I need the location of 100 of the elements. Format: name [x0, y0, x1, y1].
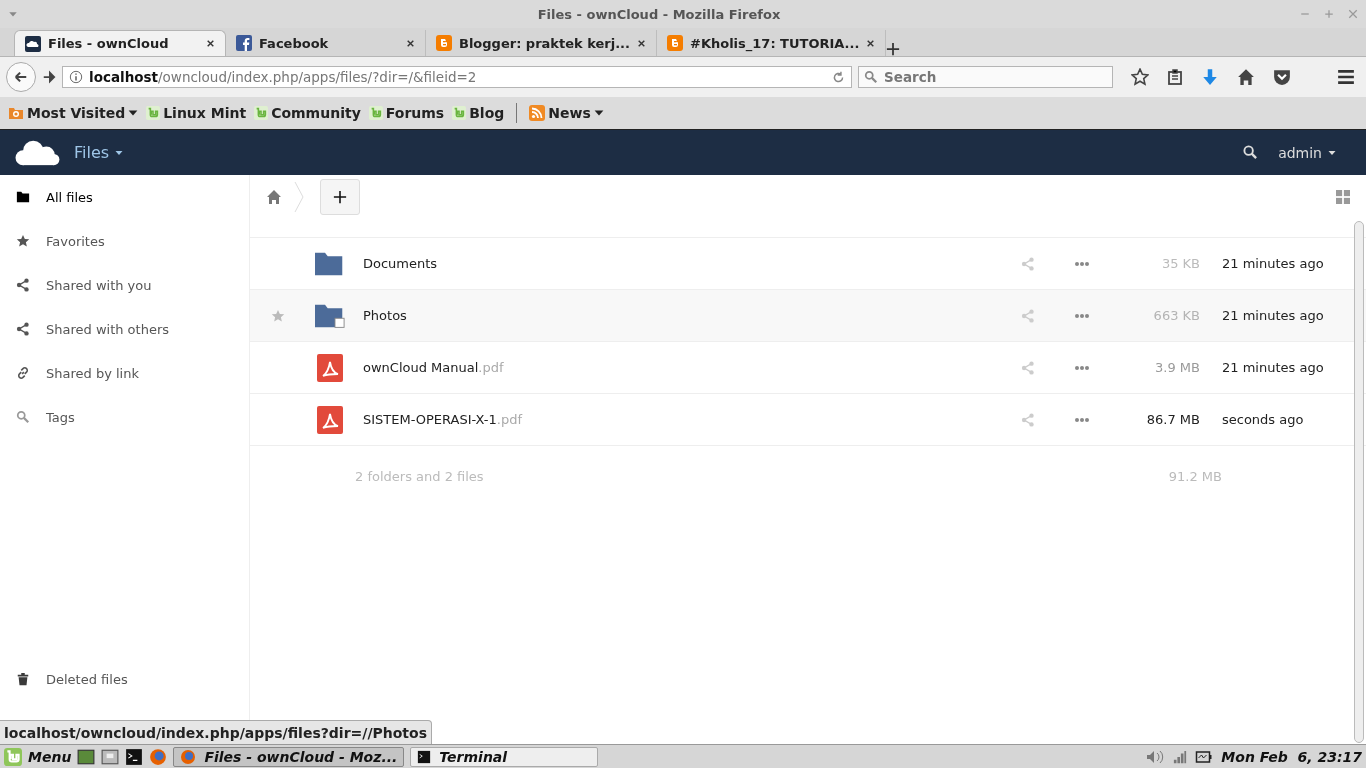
- leaf-logo-icon: [452, 106, 467, 120]
- total-size: 91.2 MB: [1167, 468, 1222, 484]
- menu-icon: [1337, 68, 1355, 86]
- browser-tab[interactable]: Files - ownCloud: [14, 30, 226, 56]
- share-icon: [16, 278, 30, 292]
- b-logo-icon: [667, 35, 683, 51]
- link-status-text: localhost/owncloud/index.php/apps/files?dir=//Photos: [0, 720, 432, 745]
- pdf-icon: [317, 353, 343, 382]
- app-menu[interactable]: Files: [74, 143, 124, 162]
- download-icon: [1201, 68, 1219, 86]
- home-icon: [266, 189, 282, 205]
- caret-icon: [128, 108, 139, 118]
- trash-icon: [16, 672, 30, 686]
- bookmark[interactable]: Forums: [368, 105, 445, 121]
- home-icon: [1237, 68, 1255, 86]
- file-name[interactable]: Documents: [363, 256, 438, 271]
- bookmark[interactable]: Linux Mint: [146, 105, 247, 121]
- file-name[interactable]: ownCloud Manual.pdf: [363, 360, 504, 375]
- clock: Mon Feb 6, 23:17: [1221, 748, 1362, 765]
- link-icon: [16, 366, 30, 380]
- firefox-icon: [149, 747, 168, 766]
- share-icon: [1021, 360, 1035, 375]
- taskbar-window[interactable]: Terminal: [410, 746, 599, 767]
- new-tab-icon: [886, 42, 901, 56]
- close-icon: [637, 38, 646, 48]
- address-field[interactable]: localhost/owncloud/index.php/apps/files/?dir=/&fileid=2: [62, 66, 852, 88]
- back-button[interactable]: [6, 62, 36, 92]
- leaf-logo-icon: [368, 106, 383, 120]
- sidebar-item[interactable]: Shared with others: [0, 307, 249, 351]
- f-logo-icon: [236, 35, 252, 51]
- more-icon: [1074, 312, 1090, 319]
- close-icon: [406, 38, 415, 48]
- signal-icon: [1173, 749, 1188, 764]
- sidebar-item[interactable]: Shared with you: [0, 263, 249, 307]
- close-icon: [866, 38, 876, 48]
- search-field[interactable]: Search: [858, 66, 1113, 88]
- terminal-icon: [417, 749, 432, 764]
- browser-tab[interactable]: Blogger: praktek kerj...: [426, 30, 657, 56]
- b-logo-icon: [436, 35, 452, 51]
- more-icon: [1074, 364, 1090, 371]
- bookmark[interactable]: News: [529, 105, 604, 121]
- scrollbar[interactable]: [1354, 221, 1364, 743]
- grid-view-icon: [1336, 190, 1350, 204]
- browser-tab[interactable]: #Kholis_17: TUTORIA...: [657, 30, 887, 56]
- rss-icon: [529, 105, 546, 121]
- sidebar-item[interactable]: Deleted files: [0, 657, 249, 701]
- bookmark[interactable]: Community: [254, 105, 361, 121]
- breadcrumb-chevron-icon: [294, 181, 304, 213]
- user-menu[interactable]: admin: [1278, 144, 1336, 161]
- file-size: 35 KB: [1160, 256, 1200, 271]
- menu-caret-icon: [8, 9, 18, 19]
- mint-logo-icon: [4, 747, 22, 766]
- leaf-logo-icon: [254, 106, 269, 120]
- sidebar-item[interactable]: Shared by link: [0, 351, 249, 395]
- plus-icon: [333, 190, 347, 204]
- close-icon: [1348, 9, 1358, 19]
- modified-time: 21 minutes ago: [1221, 360, 1325, 375]
- star-icon: [16, 234, 30, 248]
- folder-icon: [8, 105, 24, 121]
- sidebar-item[interactable]: Tags: [0, 395, 249, 439]
- bookmark[interactable]: Most Visited: [8, 105, 139, 121]
- summary-text: 2 folders and 2 files: [354, 468, 485, 484]
- modified-time: 21 minutes ago: [1221, 308, 1325, 323]
- folder-icon: [315, 302, 345, 329]
- close-icon: [206, 39, 215, 48]
- folder-icon: [16, 190, 30, 204]
- caret-icon: [593, 108, 604, 118]
- sidebar-item[interactable]: All files: [0, 175, 249, 219]
- search-icon: [1243, 145, 1259, 160]
- share-icon: [16, 322, 30, 336]
- share-icon: [1021, 256, 1035, 271]
- maximize-icon: [1324, 9, 1334, 19]
- bookmark[interactable]: Blog: [452, 105, 505, 121]
- taskbar-window[interactable]: Files - ownCloud - Moz...: [173, 746, 405, 767]
- file-size: 663 KB: [1152, 308, 1200, 323]
- menu-button[interactable]: Menu: [28, 748, 72, 765]
- pdf-icon: [317, 405, 343, 434]
- star-icon: [1131, 68, 1149, 86]
- leaf-logo-icon: [146, 106, 161, 120]
- file-name[interactable]: SISTEM-OPERASI-X-1.pdf: [363, 412, 522, 427]
- info-icon: [69, 70, 83, 84]
- firefox-icon: [180, 748, 197, 765]
- modified-time: seconds ago: [1221, 412, 1305, 427]
- forward-arrow-icon: [42, 70, 56, 84]
- modified-time: 21 minutes ago: [1221, 256, 1325, 271]
- share-icon: [1021, 308, 1035, 323]
- search-icon: [16, 410, 30, 424]
- more-icon: [1074, 260, 1090, 267]
- window-title: Files - ownCloud - Mozilla Firefox: [537, 6, 781, 22]
- desktop-icon: [77, 747, 96, 766]
- file-name[interactable]: Photos: [363, 308, 407, 323]
- folder-icon: [315, 250, 345, 277]
- clipboard-icon: [1167, 69, 1183, 85]
- sidebar-item[interactable]: Favorites: [0, 219, 249, 263]
- browser-tab[interactable]: Facebook: [226, 30, 426, 56]
- terminal-icon: [125, 747, 144, 766]
- new-button[interactable]: [320, 179, 360, 215]
- more-icon: [1074, 416, 1090, 423]
- reload-icon: [832, 70, 845, 84]
- files-icon: [101, 747, 120, 766]
